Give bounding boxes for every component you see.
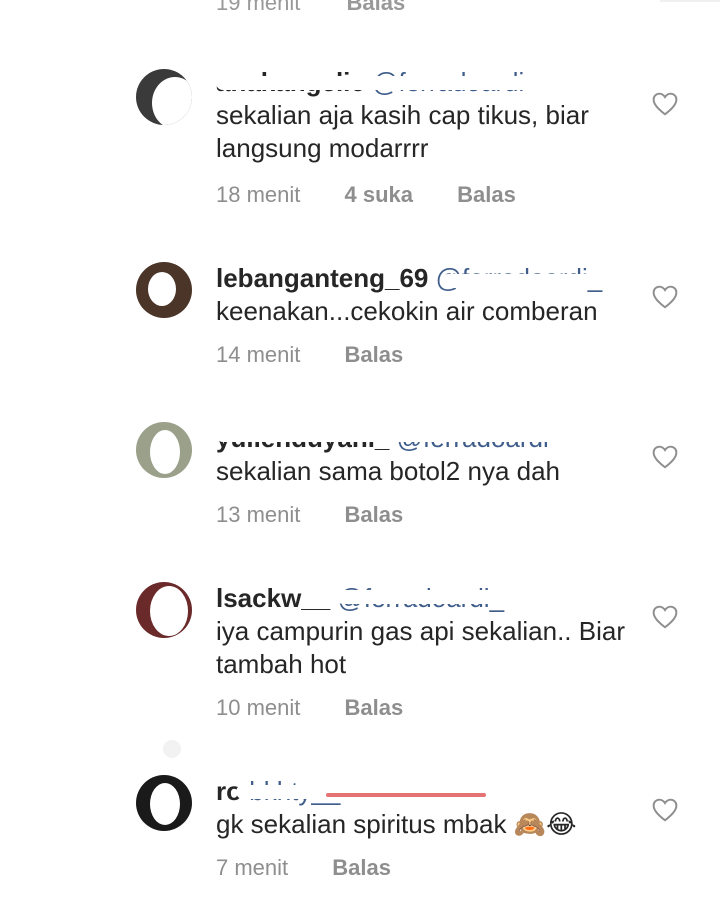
comment-meta: 7 menit Balas [216, 855, 429, 881]
divider [660, 0, 720, 2]
redaction [336, 590, 516, 604]
comment-text: sekalian sama botol2 nya dah [216, 456, 561, 486]
avatar[interactable] [136, 262, 192, 318]
comment-time: 18 menit [216, 182, 301, 207]
comment-text: keenakan...cekokin air comberan [216, 296, 598, 326]
likes-count[interactable]: 4 suka [345, 182, 414, 207]
comment-text: sekalian aja kasih cap tikus, biar langs… [216, 100, 589, 163]
redaction-mark [326, 793, 486, 797]
comment-meta: 14 menit Balas [216, 342, 441, 368]
reply-button[interactable]: Balas [345, 502, 404, 527]
comment-text-content: gk sekalian spiritus mbak [216, 809, 507, 839]
avatar[interactable] [136, 582, 192, 638]
comment-meta: 13 menit Balas [216, 502, 441, 528]
comment-time: 19 menit [216, 0, 301, 15]
comment-body: anakangelic @ferradoardi sekalian aja ka… [216, 66, 636, 165]
comment-time: 14 menit [216, 342, 301, 367]
avatar[interactable] [136, 422, 192, 478]
decorative-dot [163, 740, 181, 758]
comment-body: lebanganteng_69 @ferradoardi_ keenakan..… [216, 262, 636, 328]
comment-header: yulienduyani_ @ferradoardi [216, 422, 636, 455]
reply-button[interactable]: Balas [345, 342, 404, 367]
heart-outline-icon[interactable] [652, 92, 678, 116]
comment-body: ro bkhty__ gk sekalian spiritus mbak 🙈😂 [216, 775, 636, 841]
heart-outline-icon[interactable] [652, 798, 678, 822]
comment-meta: 10 menit Balas [216, 695, 441, 721]
comment-header: lsackw__ @ferradoardi_ [216, 582, 636, 615]
avatar[interactable] [136, 69, 192, 125]
monkey-laughing-emoji-icon: 🙈😂 [513, 809, 577, 839]
heart-outline-icon[interactable] [652, 445, 678, 469]
comment-time: 13 menit [216, 502, 301, 527]
comment-body: yulienduyani_ @ferradoardi sekalian sama… [216, 422, 636, 488]
avatar[interactable] [136, 775, 192, 831]
redaction [216, 428, 576, 442]
reply-button[interactable]: Balas [457, 182, 516, 207]
comment-header: anakangelic @ferradoardi [216, 66, 636, 99]
username[interactable]: lebanganteng_69 [216, 263, 428, 293]
comment-meta: 18 menit 4 suka Balas [216, 182, 554, 208]
comment-text: gk sekalian spiritus mbak 🙈😂 [216, 808, 636, 841]
comment-header: ro bkhty__ [216, 775, 636, 808]
comment-header: lebanganteng_69 @ferradoardi_ [216, 262, 636, 295]
comment-time: 7 menit [216, 855, 289, 880]
comment-time: 10 menit [216, 695, 301, 720]
reply-button[interactable]: Balas [345, 695, 404, 720]
heart-outline-icon[interactable] [652, 285, 678, 309]
comment-text: iya campurin gas api sekalian.. Biar tam… [216, 616, 625, 679]
redaction [441, 274, 616, 288]
previous-comment-meta: 19 menit Balas [216, 0, 405, 16]
reply-button[interactable]: Balas [332, 855, 391, 880]
username[interactable]: lsackw__ [216, 583, 330, 613]
comment-body: lsackw__ @ferradoardi_ iya campurin gas … [216, 582, 636, 681]
heart-outline-icon[interactable] [652, 605, 678, 629]
reply-button[interactable]: Balas [347, 0, 406, 15]
redaction [216, 76, 576, 90]
